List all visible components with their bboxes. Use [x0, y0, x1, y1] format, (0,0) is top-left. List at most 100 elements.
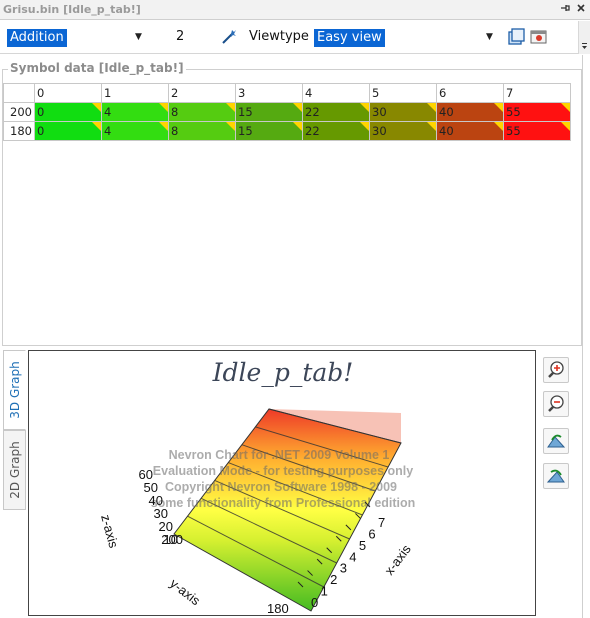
- pin-icon[interactable]: [558, 2, 572, 16]
- cell-flag: [226, 103, 235, 112]
- cell-flag: [293, 122, 302, 131]
- watermark-line: Nevron Chart for .NET 2009 Volume 1: [169, 448, 390, 462]
- table-cell[interactable]: 40: [436, 102, 504, 122]
- cell-flag: [159, 103, 168, 112]
- chevron-down-icon: ▼: [486, 32, 493, 42]
- row-header: 180: [3, 121, 35, 141]
- watermark-line: Copyright Nevron Software 1998 - 2009: [165, 480, 397, 494]
- cell-flag: [360, 122, 369, 131]
- table-corner: [3, 83, 35, 103]
- surface-plane: [173, 408, 402, 612]
- table-cell[interactable]: 22: [302, 102, 370, 122]
- watermark-line: some functionality from Professional edi…: [151, 496, 416, 510]
- viewtype-label: Viewtype: [249, 29, 309, 44]
- viewtype-combobox[interactable]: Easy view ▼: [313, 27, 496, 48]
- window-title: Grisu.bin [Idle_p_tab!]: [3, 3, 141, 16]
- rotate-right-button[interactable]: [543, 463, 569, 489]
- cell-flag: [360, 103, 369, 112]
- cell-value: 15: [238, 105, 253, 119]
- x-axis-tick: 4: [349, 549, 356, 564]
- column-header: 4: [302, 83, 370, 103]
- mode-combobox[interactable]: Addition ▼: [6, 27, 147, 48]
- panel-divider: [582, 55, 583, 618]
- x-axis-tick: 1: [321, 584, 328, 599]
- x-axis-tick: 0: [311, 595, 318, 610]
- toolbar: Addition ▼ 2 Viewtype Easy view ▼: [0, 21, 590, 54]
- zoom-in-button[interactable]: [543, 357, 569, 383]
- cell-value: 55: [506, 124, 521, 138]
- step-value[interactable]: 2: [176, 29, 184, 44]
- chevron-down-icon: ▼: [135, 32, 142, 42]
- table-cell[interactable]: 55: [503, 121, 571, 141]
- table-cell[interactable]: 0: [34, 121, 102, 141]
- table-cell[interactable]: 4: [101, 121, 169, 141]
- table-cell[interactable]: 8: [168, 102, 236, 122]
- table-cell[interactable]: 40: [436, 121, 504, 141]
- cell-value: 4: [104, 105, 112, 119]
- cell-flag: [561, 103, 570, 112]
- x-axis-tick: 2: [330, 572, 337, 587]
- y-axis-tick: 200: [161, 532, 183, 547]
- x-axis-tick: 6: [368, 526, 375, 541]
- table-cell[interactable]: 55: [503, 102, 571, 122]
- table-cell[interactable]: 22: [302, 121, 370, 141]
- zoom-in-icon: [548, 361, 564, 378]
- zoom-out-icon: [548, 395, 564, 412]
- cell-flag: [494, 103, 503, 112]
- row-header: 200: [3, 102, 35, 122]
- cell-value: 8: [171, 105, 179, 119]
- cell-flag: [159, 122, 168, 131]
- table-cell[interactable]: 4: [101, 102, 169, 122]
- cell-value: 8: [171, 124, 179, 138]
- cell-value: 30: [372, 105, 387, 119]
- zoom-out-button[interactable]: [543, 391, 569, 417]
- column-header: 7: [503, 83, 571, 103]
- tab-3d-graph[interactable]: 3D Graph: [3, 350, 26, 430]
- column-header: 5: [369, 83, 437, 103]
- table-header-row: 0 1 2 3 4 5 6 7: [3, 83, 571, 103]
- tab-2d-graph[interactable]: 2D Graph: [3, 430, 26, 510]
- table-cell[interactable]: 15: [235, 102, 303, 122]
- cell-flag: [494, 122, 503, 131]
- z-axis-label: z-axis: [98, 513, 121, 550]
- cell-flag: [293, 103, 302, 112]
- cell-value: 15: [238, 124, 253, 138]
- toolbar-overflow-button[interactable]: [578, 21, 590, 54]
- symbol-data-title: Symbol data [Idle_p_tab!]: [8, 61, 186, 75]
- viewtype-value: Easy view: [314, 29, 385, 47]
- column-header: 3: [235, 83, 303, 103]
- table-cell[interactable]: 30: [369, 102, 437, 122]
- mode-value: Addition: [7, 29, 67, 47]
- column-header: 6: [436, 83, 504, 103]
- y-axis-label: y-axis: [167, 576, 203, 609]
- x-axis-tick: 5: [359, 538, 366, 553]
- cell-flag: [427, 103, 436, 112]
- cell-value: 22: [305, 124, 320, 138]
- table-cell[interactable]: 30: [369, 121, 437, 141]
- window-layout-icon[interactable]: [506, 27, 526, 47]
- wand-icon[interactable]: [219, 27, 239, 47]
- cell-value: 22: [305, 105, 320, 119]
- export-icon[interactable]: [529, 27, 549, 47]
- column-header: 2: [168, 83, 236, 103]
- cell-value: 55: [506, 105, 521, 119]
- rotate-left-button[interactable]: [543, 428, 569, 454]
- column-header: 1: [101, 83, 169, 103]
- cell-value: 4: [104, 124, 112, 138]
- table-cell[interactable]: 15: [235, 121, 303, 141]
- window-titlebar: Grisu.bin [Idle_p_tab!]: [0, 0, 590, 20]
- rotate-left-icon: [547, 434, 566, 448]
- x-axis-tick: 7: [378, 515, 385, 530]
- table-row: 200 0 4 8 15 22 30 40 55: [3, 102, 571, 122]
- table-cell[interactable]: 0: [34, 102, 102, 122]
- table-cell[interactable]: 8: [168, 121, 236, 141]
- chart-title: Idle_p_tab!: [212, 358, 354, 387]
- surface-chart[interactable]: Idle_p_tab! Nevron Chart for .NET 2009 V…: [29, 351, 535, 616]
- cell-flag: [92, 122, 101, 131]
- cell-value: 0: [37, 105, 45, 119]
- cell-value: 40: [439, 105, 454, 119]
- graph-panel[interactable]: Idle_p_tab! Nevron Chart for .NET 2009 V…: [28, 350, 536, 616]
- cell-value: 0: [37, 124, 45, 138]
- x-axis-tick: 3: [340, 561, 347, 576]
- close-icon[interactable]: [574, 2, 588, 16]
